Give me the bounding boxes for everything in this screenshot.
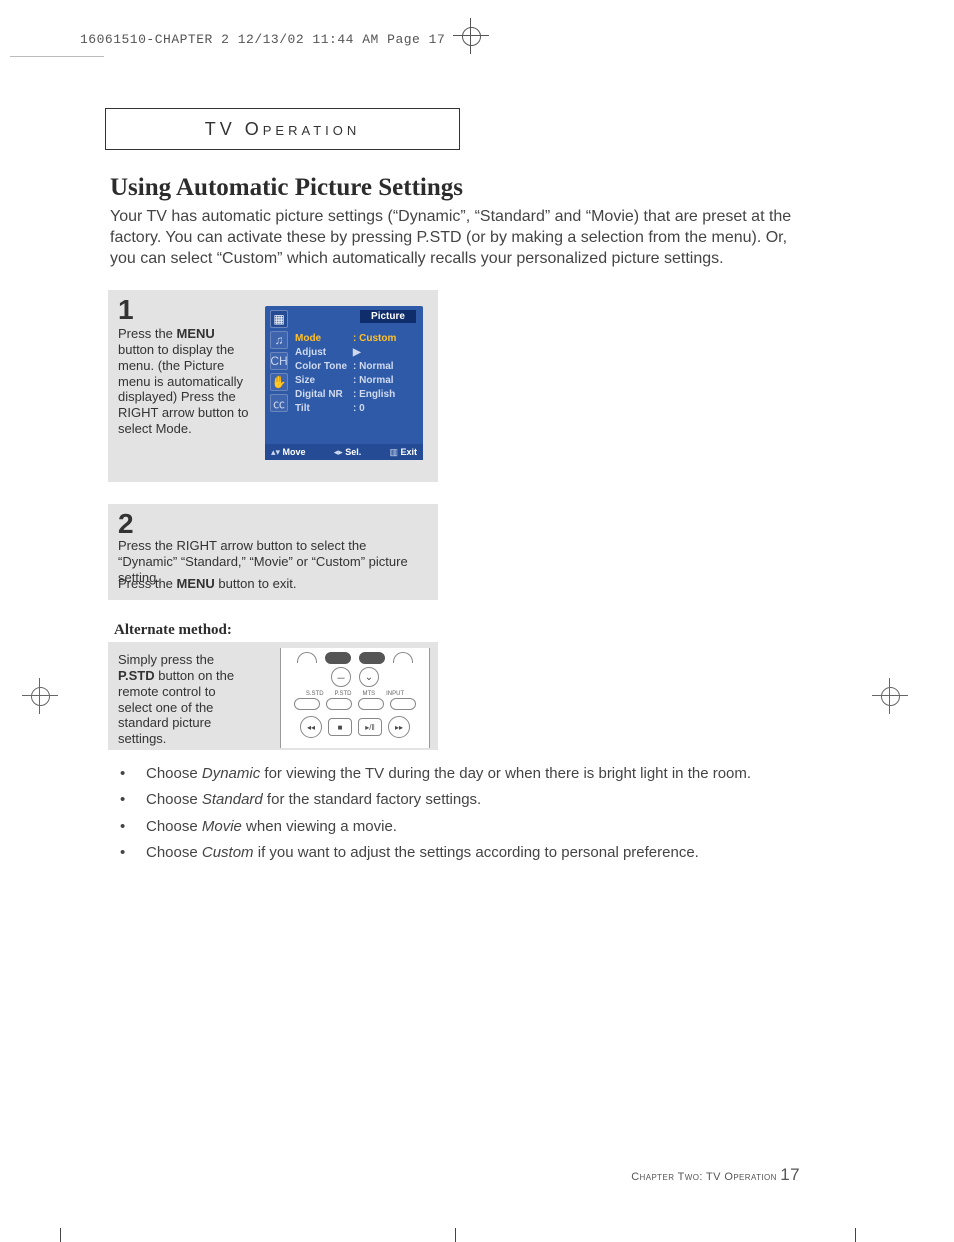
osd-menu-rows: Mode: Custom Adjust▶ Color Tone: Normal … <box>295 332 415 416</box>
cc-icon: ㏄ <box>270 394 288 412</box>
step-1-text: Press the MENU button to display the men… <box>118 326 252 437</box>
bullet-item: •Choose Movie when viewing a movie. <box>120 817 800 837</box>
step-1-pre: Press the <box>118 326 177 341</box>
forward-icon: ▸▸ <box>388 716 410 738</box>
osd-row-tilt: Tilt: 0 <box>295 402 415 416</box>
step-1-number: 1 <box>118 294 134 326</box>
label-input: INPUT <box>386 691 404 697</box>
registration-mark-icon <box>459 24 483 48</box>
registration-mark-icon <box>26 682 54 710</box>
channel-icon: CH <box>270 352 288 370</box>
trim-line <box>10 56 104 57</box>
osd-picture-menu: Picture ▦ ♫ CH ✋ ㏄ Mode: Custom Adjust▶ … <box>265 306 423 460</box>
osd-sidebar: ▦ ♫ CH ✋ ㏄ <box>270 310 288 415</box>
remote-button-labels: S.STD P.STD MTS INPUT <box>281 691 429 697</box>
label-sstd: S.STD <box>306 691 324 697</box>
remote-button <box>359 652 385 664</box>
remote-button-mts <box>358 698 384 710</box>
bullet-item: •Choose Standard for the standard factor… <box>120 790 800 810</box>
osd-title: Picture <box>360 310 416 323</box>
step-2-exit-bold: MENU <box>177 576 215 591</box>
alt-bold: P.STD <box>118 668 155 683</box>
osd-row-digital-nr: Digital NR: English <box>295 388 415 402</box>
remote-source-icon <box>393 652 413 663</box>
osd-row-mode: Mode: Custom <box>295 332 415 346</box>
osd-row-color-tone: Color Tone: Normal <box>295 360 415 374</box>
bullet-item: •Choose Custom if you want to adjust the… <box>120 843 800 863</box>
remote-button-chdown: ⌄ <box>359 667 379 687</box>
page-footer: Chapter Two: TV Operation 17 <box>110 1165 800 1185</box>
step-2-exit-pre: Press the <box>118 576 177 591</box>
remote-power-icon <box>297 652 317 663</box>
osd-sel: ◂▸ Sel. <box>334 447 362 458</box>
page-title: Using Automatic Picture Settings <box>110 174 463 202</box>
stop-icon: ■ <box>328 718 352 736</box>
footer-page-number: 17 <box>780 1165 800 1184</box>
sound-icon: ♫ <box>270 331 288 349</box>
section-heading-box: TV Operation <box>105 108 460 150</box>
remote-button <box>325 652 351 664</box>
registration-mark-icon <box>876 682 904 710</box>
osd-exit: ▥ Exit <box>389 447 417 458</box>
alternate-method-heading: Alternate method: <box>114 622 232 639</box>
osd-bottom-bar: ▴▾ Move ◂▸ Sel. ▥ Exit <box>265 444 423 460</box>
step-2-exit-post: button to exit. <box>215 576 297 591</box>
remote-button-input <box>390 698 416 710</box>
step-1-post: button to display the menu. (the Picture… <box>118 342 249 436</box>
play-pause-icon: ▸/‖ <box>358 718 382 736</box>
step-1-bold: MENU <box>177 326 215 341</box>
step-2-exit-text: Press the MENU button to exit. <box>118 576 428 591</box>
alt-pre: Simply press the <box>118 652 214 667</box>
print-header: 16061510-CHAPTER 2 12/13/02 11:44 AM Pag… <box>80 32 445 47</box>
osd-row-size: Size: Normal <box>295 374 415 388</box>
intro-paragraph: Your TV has automatic picture settings (… <box>110 206 800 269</box>
function-icon: ✋ <box>270 373 288 391</box>
osd-move: ▴▾ Move <box>271 447 306 458</box>
alternate-method-text: Simply press the P.STD button on the rem… <box>118 652 248 747</box>
remote-control-diagram: － ⌄ S.STD P.STD MTS INPUT ◂◂ ■ ▸/‖ ▸▸ <box>280 648 430 748</box>
label-mts: MTS <box>362 691 375 697</box>
remote-button-sstd <box>294 698 320 710</box>
section-heading: TV Operation <box>205 119 361 140</box>
remote-button-minus: － <box>331 667 351 687</box>
footer-chapter: Chapter Two: TV Operation <box>631 1171 780 1183</box>
osd-row-adjust: Adjust▶ <box>295 346 415 360</box>
bullet-item: •Choose Dynamic for viewing the TV durin… <box>120 764 800 784</box>
remote-button-pstd <box>326 698 352 710</box>
step-2-number: 2 <box>118 508 134 540</box>
picture-icon: ▦ <box>270 310 288 328</box>
label-pstd: P.STD <box>335 691 352 697</box>
bullet-list: •Choose Dynamic for viewing the TV durin… <box>120 764 800 869</box>
rewind-icon: ◂◂ <box>300 716 322 738</box>
